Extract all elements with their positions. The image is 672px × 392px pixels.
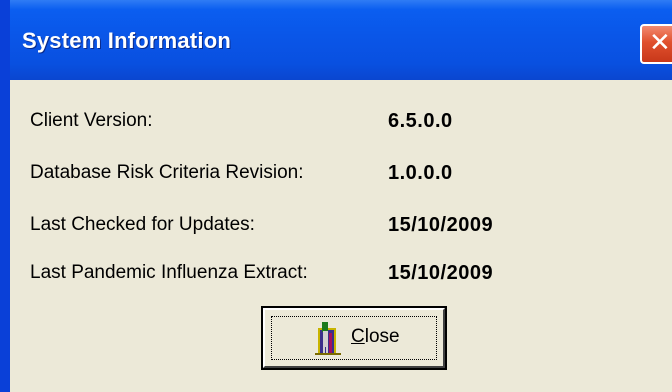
close-button-label-rest: lose bbox=[364, 326, 400, 347]
info-value: 15/10/2009 bbox=[388, 214, 494, 236]
door-exit-icon bbox=[315, 322, 341, 355]
dialog-content: Client Version: 6.5.0.0 Database Risk Cr… bbox=[10, 80, 672, 392]
close-icon: ✕ bbox=[649, 28, 671, 58]
info-label: Last Checked for Updates: bbox=[30, 214, 255, 235]
window-title: System Information bbox=[22, 28, 231, 53]
title-bar[interactable]: System Information ✕ bbox=[10, 0, 672, 80]
info-label: Last Pandemic Influenza Extract: bbox=[30, 262, 308, 283]
info-value: 15/10/2009 bbox=[388, 262, 494, 284]
close-button-label: Close bbox=[351, 326, 400, 348]
system-information-window: System Information ✕ Client Version: 6.5… bbox=[0, 0, 672, 392]
info-value: 1.0.0.0 bbox=[388, 162, 453, 184]
info-label: Client Version: bbox=[30, 110, 153, 131]
close-button[interactable]: Close bbox=[261, 306, 447, 370]
close-button-mnemonic: C bbox=[351, 326, 365, 347]
info-label: Database Risk Criteria Revision: bbox=[30, 162, 304, 183]
info-value: 6.5.0.0 bbox=[388, 110, 453, 132]
close-window-button[interactable]: ✕ bbox=[640, 24, 672, 64]
